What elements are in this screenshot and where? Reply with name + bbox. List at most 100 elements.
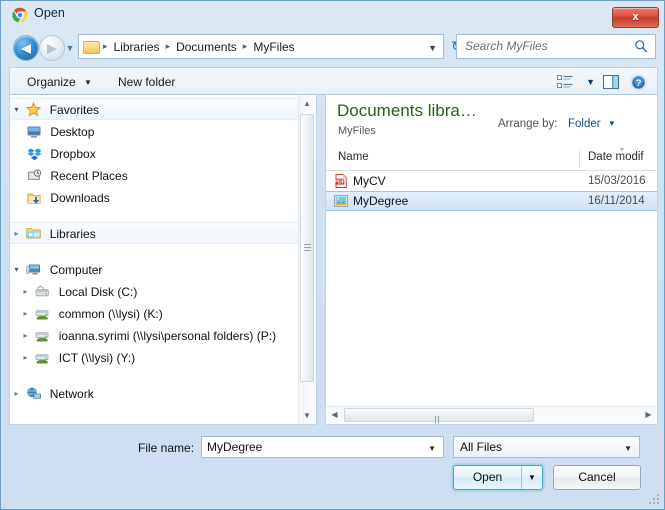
arrange-by-value: Folder	[568, 118, 601, 130]
search-magnifier-icon	[634, 39, 648, 53]
sidebar-item-desktop[interactable]: Desktop	[10, 120, 300, 142]
sidebar-group-computer[interactable]: ▾ Computer	[10, 258, 300, 280]
file-name-label: File name:	[138, 441, 195, 455]
star-icon	[26, 102, 43, 117]
file-type-filter-value: All Files	[460, 440, 503, 454]
scroll-down-button[interactable]: ▼	[299, 407, 315, 424]
sidebar-item-common-k[interactable]: ▸ common (\\lysi) (K:)	[10, 302, 300, 324]
back-button[interactable]: ◀	[13, 35, 39, 61]
expander-icon[interactable]: ▸	[19, 303, 32, 325]
expander-icon[interactable]: ▸	[19, 281, 32, 303]
file-list-horizontal-scrollbar[interactable]: ◀ ▶	[326, 406, 657, 424]
sidebar-group-libraries[interactable]: ▸ Libraries	[10, 222, 300, 244]
expander-icon[interactable]: ▾	[10, 100, 23, 120]
new-folder-button[interactable]: New folder	[113, 73, 180, 91]
image-file-icon	[334, 194, 348, 208]
expander-icon[interactable]: ▸	[10, 224, 23, 244]
file-list: PDF MyCV 15/03/2016 MyDegree 16/11/2014	[326, 171, 657, 211]
organize-menu-button[interactable]: Organize ▼	[22, 73, 97, 91]
folder-icon	[83, 40, 100, 54]
view-mode-icon[interactable]	[554, 72, 576, 92]
sidebar-item-local-disk[interactable]: ▸ Local Disk (C:)	[10, 280, 300, 302]
sidebar-item-ict-y[interactable]: ▸ ICT (\\lysi) (Y:)	[10, 346, 300, 368]
expander-icon[interactable]: ▸	[19, 325, 32, 347]
scrollbar-thumb[interactable]	[300, 114, 314, 382]
expander-icon[interactable]: ▸	[19, 347, 32, 369]
column-headers: Name Date modif ▾	[326, 145, 657, 171]
expander-icon[interactable]: ▾	[10, 259, 23, 281]
open-button[interactable]: Open ▼	[453, 465, 543, 490]
expander-icon[interactable]: ▸	[10, 383, 23, 405]
table-row[interactable]: PDF MyCV 15/03/2016	[326, 171, 657, 191]
sidebar-group-favorites[interactable]: ▾ Favorites	[10, 98, 300, 120]
file-type-filter-dropdown[interactable]: All Files ▼	[453, 436, 640, 458]
navigation-pane-scrollbar[interactable]: ▲ ▼	[298, 95, 316, 424]
open-dropdown-arrow-icon[interactable]: ▼	[521, 466, 542, 489]
scrollbar-grip-icon	[304, 244, 311, 252]
scroll-up-button[interactable]: ▲	[299, 95, 315, 112]
breadcrumb-item-myfiles[interactable]: MyFiles	[249, 38, 298, 56]
sidebar-item-recent-places[interactable]: Recent Places	[10, 164, 300, 186]
resize-grip-icon[interactable]	[648, 493, 661, 506]
breadcrumb-item-documents[interactable]: Documents	[172, 38, 241, 56]
library-heading: Documents libra…	[337, 101, 477, 120]
file-list-pane: Documents libra… MyFiles Arrange by: Fol…	[325, 95, 658, 425]
search-placeholder: Search MyFiles	[465, 39, 548, 53]
pdf-file-icon: PDF	[334, 174, 348, 188]
chrome-logo-icon	[12, 7, 28, 23]
breadcrumb[interactable]: ▸ Libraries ▸ Documents ▸ MyFiles ▼	[78, 34, 444, 59]
command-bar: Organize ▼ New folder ▼ ?	[9, 67, 658, 95]
file-date-modified: 15/03/2016	[588, 175, 646, 187]
arrange-by-label: Arrange by:	[498, 118, 558, 130]
arrange-by-dropdown[interactable]: Folder ▼	[568, 118, 616, 130]
file-date-modified: 16/11/2014	[588, 195, 645, 207]
sidebar-item-dropbox[interactable]: Dropbox	[10, 142, 300, 164]
navigation-pane: ▾ Favorites Desktop Dropbox Recent Place…	[9, 95, 317, 425]
view-mode-chevron-down-icon[interactable]: ▼	[586, 77, 595, 87]
forward-button[interactable]: ▶	[39, 35, 65, 61]
file-name-input[interactable]: MyDegree ▼	[201, 436, 444, 458]
file-name-value: MyDegree	[207, 440, 263, 454]
sidebar-item-label: ICT (\\lysi) (Y:)	[58, 350, 136, 365]
svg-text:PDF: PDF	[335, 179, 345, 185]
open-file-dialog: Open x ◀ ▶ ▼ ▸ Libraries ▸ Documents ▸ M…	[0, 0, 665, 510]
search-input[interactable]: Search MyFiles	[456, 34, 656, 59]
folder-tree: ▾ Favorites Desktop Dropbox Recent Place…	[10, 95, 300, 404]
sidebar-item-label: Dropbox	[50, 146, 96, 161]
organize-label: Organize	[27, 75, 76, 89]
chevron-down-icon[interactable]: ▼	[428, 444, 436, 453]
network-icon	[26, 386, 43, 401]
breadcrumb-item-libraries[interactable]: Libraries	[110, 38, 164, 56]
chevron-down-icon[interactable]: ▼	[428, 43, 437, 53]
preview-pane-icon[interactable]	[600, 72, 622, 92]
sidebar-item-ioanna-syrimi-p[interactable]: ▸ ioanna.syrimi (\\lysi\personal folders…	[10, 324, 300, 346]
breadcrumb-separator-1: ▸	[165, 41, 171, 51]
scrollbar-grip-icon	[435, 412, 443, 423]
scrollbar-thumb[interactable]	[344, 408, 534, 423]
column-header-date-modified[interactable]: Date modif	[588, 151, 644, 163]
svg-text:?: ?	[635, 78, 641, 89]
forward-arrow-icon: ▶	[47, 40, 57, 56]
sidebar-group-label: Computer	[49, 262, 103, 277]
downloads-icon	[27, 190, 44, 205]
column-header-name[interactable]: Name	[338, 151, 369, 163]
help-question-icon[interactable]: ?	[627, 72, 649, 92]
back-arrow-icon: ◀	[21, 40, 31, 56]
sidebar-item-downloads[interactable]: Downloads	[10, 186, 300, 208]
address-bar: ◀ ▶ ▼ ▸ Libraries ▸ Documents ▸ MyFiles …	[1, 29, 664, 65]
column-divider[interactable]	[579, 150, 580, 167]
sidebar-item-label: Recent Places	[50, 168, 128, 183]
chevron-down-icon: ▼	[84, 78, 92, 87]
cancel-button[interactable]: Cancel	[553, 465, 641, 490]
sidebar-group-label: Libraries	[49, 226, 96, 241]
chevron-down-icon: ▼	[607, 119, 616, 128]
table-row[interactable]: MyDegree 16/11/2014	[326, 191, 657, 211]
breadcrumb-separator-2: ▸	[242, 41, 248, 51]
scroll-right-button[interactable]: ▶	[640, 407, 657, 423]
sidebar-group-network[interactable]: ▸ Network	[10, 382, 300, 404]
sidebar-item-label: common (\\lysi) (K:)	[58, 306, 163, 321]
scroll-left-button[interactable]: ◀	[326, 407, 343, 423]
library-subheading: MyFiles	[338, 125, 376, 137]
close-button[interactable]: x	[612, 7, 659, 28]
history-dropdown-button[interactable]: ▼	[65, 43, 75, 53]
